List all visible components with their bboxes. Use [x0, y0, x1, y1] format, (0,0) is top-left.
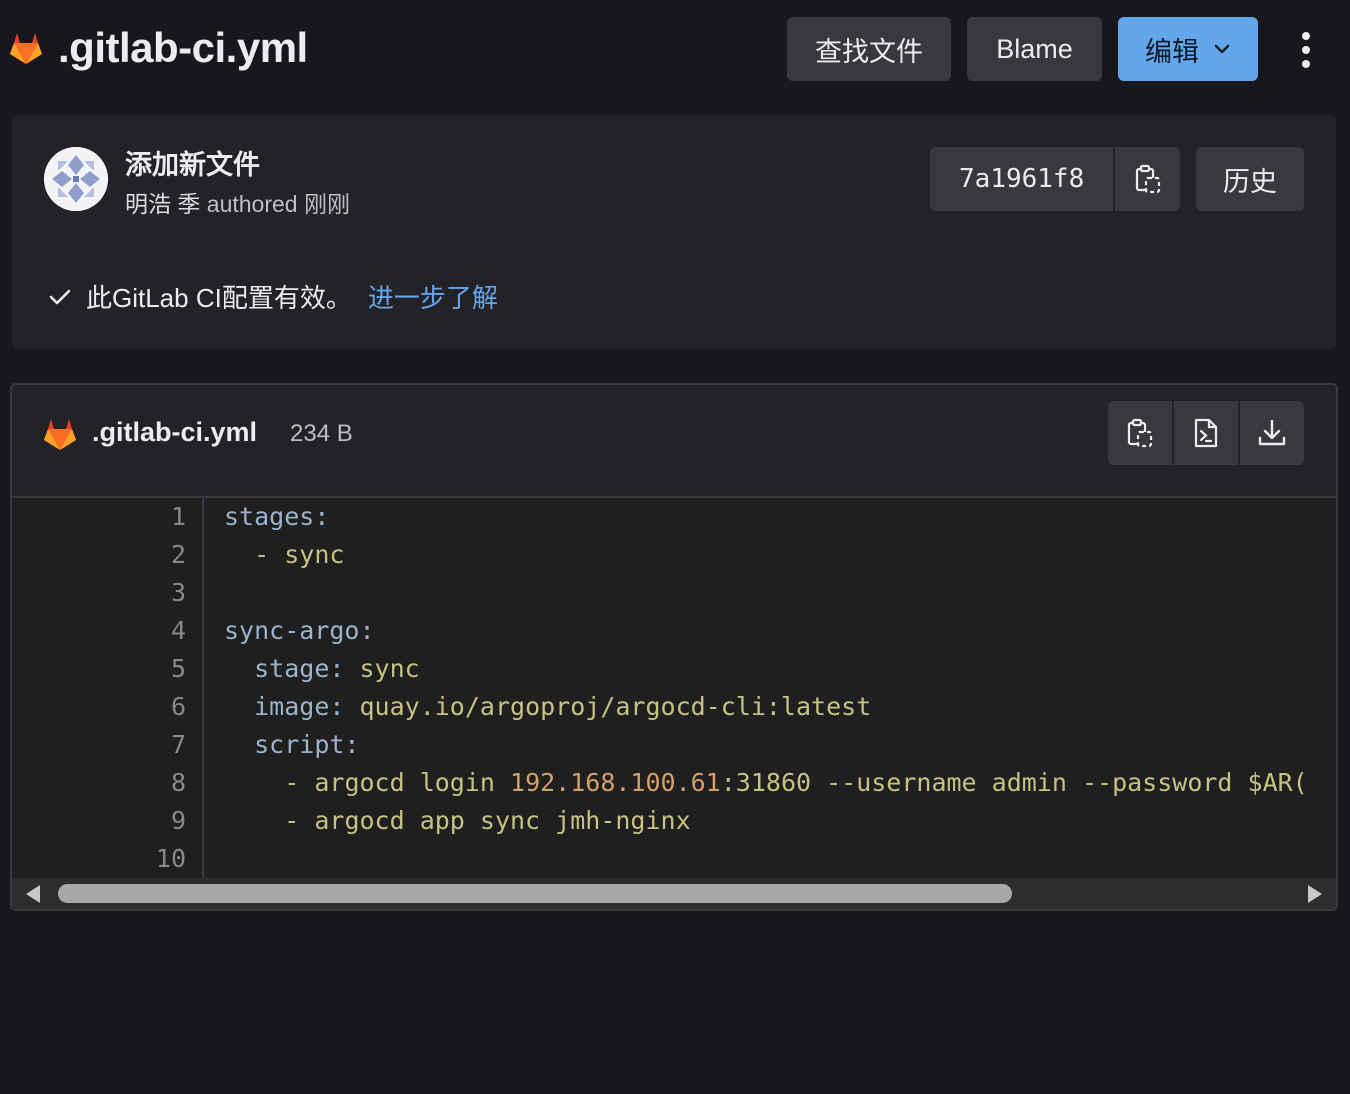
code-token: script [254, 730, 345, 759]
line-number[interactable]: 9 [126, 806, 186, 835]
code-token: - [254, 540, 270, 569]
line-number[interactable]: 5 [126, 654, 186, 683]
edit-dropdown-button[interactable]: 编辑 [1118, 17, 1258, 81]
authored-word: authored [206, 191, 298, 217]
code-token: 192.168.100.61 [510, 768, 721, 797]
kebab-dot [1302, 32, 1310, 40]
download-icon [1258, 419, 1286, 446]
copy-sha-button[interactable] [1115, 147, 1180, 211]
code-line: - argocd app sync jmh-nginx [224, 806, 691, 835]
code-token: : [344, 730, 360, 759]
blame-button[interactable]: Blame [967, 17, 1102, 81]
commit-time: 刚刚 [303, 191, 350, 217]
file-viewer-header: .gitlab-ci.yml 234 B [12, 385, 1336, 498]
code-line: sync-argo: [224, 616, 375, 645]
code-token: :31860 --username admin --password $AR( [720, 768, 1308, 797]
code-token: : [359, 616, 375, 645]
avatar[interactable] [44, 147, 108, 211]
scroll-left-arrow-icon[interactable] [26, 885, 40, 903]
code-token: : [314, 502, 330, 531]
code-token: argocd app sync jmh-nginx [314, 806, 691, 835]
line-number[interactable]: 4 [126, 616, 186, 645]
code-line: - argocd login 192.168.100.61:31860 --us… [224, 768, 1308, 797]
code-token: stages [224, 502, 315, 531]
copy-to-clipboard-icon [1127, 418, 1153, 448]
line-number[interactable]: 7 [126, 730, 186, 759]
learn-more-link[interactable]: 进一步了解 [368, 278, 498, 315]
find-file-button[interactable]: 查找文件 [787, 17, 951, 81]
file-actions [1108, 401, 1304, 465]
line-number[interactable]: 6 [126, 692, 186, 721]
copy-contents-button[interactable] [1108, 401, 1172, 465]
kebab-dot [1302, 60, 1310, 68]
line-number[interactable]: 10 [126, 844, 186, 873]
file-name: .gitlab-ci.yml [92, 417, 258, 447]
code-token: sync [284, 540, 345, 569]
code-token: - [284, 768, 300, 797]
code-token: sync-argo [224, 616, 360, 645]
code-token: argocd login [314, 768, 511, 797]
copy-to-clipboard-icon [1135, 164, 1160, 194]
gitlab-tanuki-icon [10, 33, 42, 64]
line-number-gutter: 1 2 3 4 5 6 7 8 9 10 [12, 498, 204, 878]
code-view: 1 2 3 4 5 6 7 8 9 10 stages: - sync sync-argo: sta… [12, 498, 1336, 878]
code-token: stage [254, 654, 330, 683]
code-token: quay.io/argoproj/argocd-cli:latest [359, 692, 872, 721]
code-token: image [254, 692, 330, 721]
code-line: - sync [224, 540, 344, 569]
scrollbar-thumb[interactable] [58, 884, 1012, 903]
commit-title[interactable]: 添加新文件 [125, 143, 260, 182]
download-button[interactable] [1240, 401, 1304, 465]
code-token: sync [359, 654, 420, 683]
identicon-avatar-icon [44, 147, 108, 211]
line-number[interactable]: 8 [126, 768, 186, 797]
check-icon [49, 289, 71, 304]
line-number[interactable]: 2 [126, 540, 186, 569]
code-token: : [329, 654, 345, 683]
ci-validation-status: 此GitLab CI配置有效。 进一步了解 [48, 278, 498, 315]
open-raw-button[interactable] [1174, 401, 1238, 465]
last-commit-panel: 添加新文件 明浩 季 authored 刚刚 7a1961f8 历史 此GitL… [12, 115, 1336, 349]
ci-status-message: 此GitLab CI配置有效。 [86, 283, 352, 313]
commit-meta: 明浩 季 authored 刚刚 [125, 185, 350, 219]
code-line: stages: [224, 502, 329, 531]
history-button[interactable]: 历史 [1196, 147, 1304, 211]
page-title: .gitlab-ci.yml [58, 24, 308, 71]
line-number[interactable]: 3 [126, 578, 186, 607]
open-raw-icon [1194, 418, 1218, 448]
code-line: stage: sync [224, 654, 420, 683]
code-line: script: [224, 730, 359, 759]
edit-label: 编辑 [1145, 36, 1199, 67]
code-line: image: quay.io/argoproj/argocd-cli:lates… [224, 692, 871, 721]
file-viewer: .gitlab-ci.yml 234 B 1 2 3 4 5 6 7 8 9 1… [10, 383, 1338, 911]
chevron-down-icon [1214, 44, 1230, 54]
commit-author[interactable]: 明浩 季 [125, 191, 200, 217]
kebab-dot [1302, 46, 1310, 54]
code-token: : [329, 692, 345, 721]
commit-sha[interactable]: 7a1961f8 [930, 147, 1114, 211]
more-actions-icon[interactable] [1290, 30, 1322, 70]
file-size: 234 B [290, 420, 353, 447]
file-header: .gitlab-ci.yml 查找文件 Blame 编辑 [0, 0, 1350, 100]
code-token: - [284, 806, 300, 835]
gitlab-tanuki-icon [44, 419, 76, 450]
scroll-right-arrow-icon[interactable] [1308, 885, 1322, 903]
horizontal-scrollbar[interactable] [12, 878, 1336, 909]
commit-sha-group: 7a1961f8 [930, 147, 1180, 211]
line-number[interactable]: 1 [126, 502, 186, 531]
